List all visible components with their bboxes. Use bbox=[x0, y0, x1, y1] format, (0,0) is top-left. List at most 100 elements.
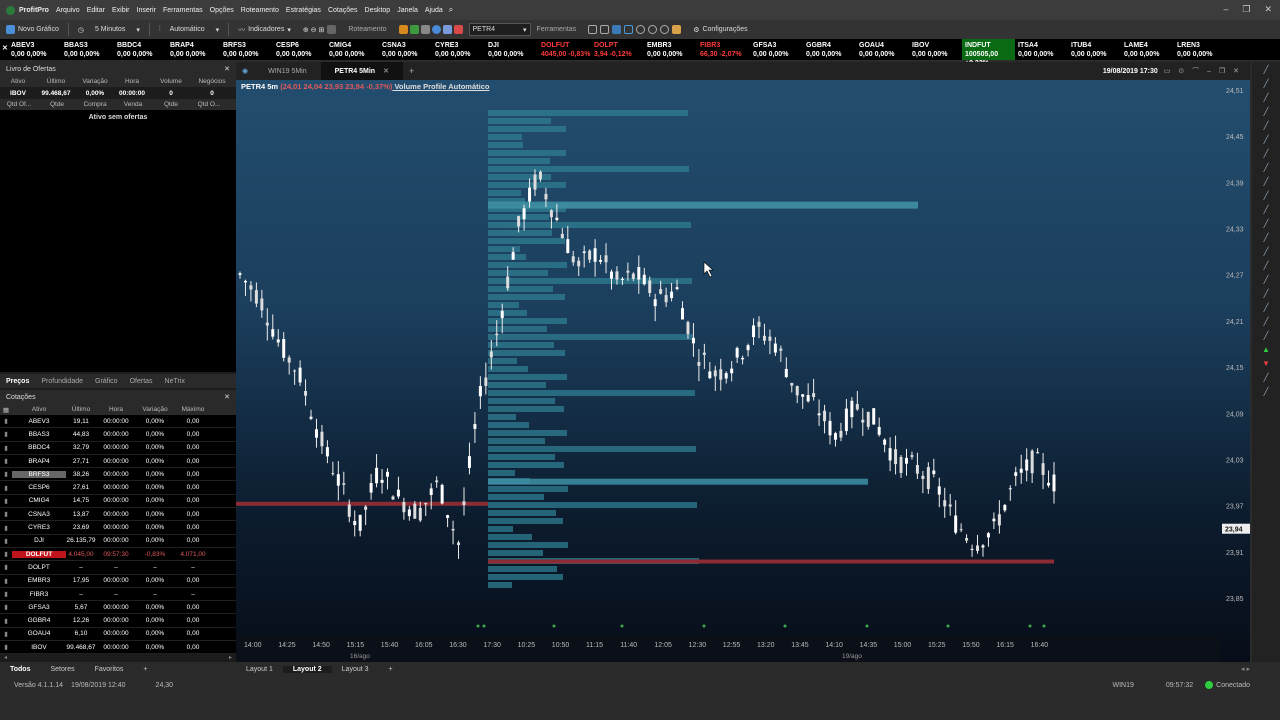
table-icon[interactable] bbox=[588, 25, 598, 34]
ticker-item[interactable]: BRFS3 0,00 0,00% bbox=[220, 39, 273, 60]
ticker-item[interactable]: BRAP4 0,00 0,00% bbox=[167, 39, 220, 60]
quote-row[interactable]: ▮ GFSA3 5,67 00:00:00 0,00% 0,00 bbox=[0, 601, 236, 615]
list-icon[interactable] bbox=[420, 25, 430, 34]
eraser-tool-icon[interactable]: ╱ bbox=[1261, 387, 1271, 398]
ticker-item[interactable]: GOAU4 0,00 0,00% bbox=[856, 39, 909, 60]
chart-scroll-arrows[interactable]: ◂ ▸ bbox=[1241, 665, 1250, 673]
quote-row[interactable]: ▮ CSNA3 13,87 00:00:00 0,00% 0,00 bbox=[0, 508, 236, 522]
price-chart[interactable]: 24,51 24,45 24,39 24,33 24,27 24,21 24,15 24,09… bbox=[236, 80, 1250, 662]
layout-tab[interactable]: Layout 2 bbox=[282, 665, 332, 673]
quote-row[interactable]: ▮ EMBR3 17,95 00:00:00 0,00% 0,00 bbox=[0, 575, 236, 588]
column-header[interactable]: Ativo bbox=[12, 406, 66, 413]
triangle-tool-icon[interactable]: ╱ bbox=[1261, 219, 1271, 230]
v-icon[interactable] bbox=[409, 25, 419, 34]
grid-icon[interactable]: ▦ bbox=[0, 406, 12, 414]
ticker-item[interactable]: DOLFUT 4045,00 -0,83% bbox=[538, 39, 591, 60]
column-header[interactable]: Hora bbox=[96, 406, 136, 413]
ticker-item[interactable]: GGBR4 0,00 0,00% bbox=[803, 39, 856, 60]
trend-tool-icon[interactable]: ╱ bbox=[1261, 149, 1271, 160]
layout-tab[interactable]: Layout 3 bbox=[332, 666, 379, 673]
arc-tool-icon[interactable]: ╱ bbox=[1261, 289, 1271, 300]
tab-petr4[interactable]: PETR4 5Min ✕ bbox=[320, 62, 403, 80]
quote-row[interactable]: ▮ CMIG4 14,75 00:00:00 0,00% 0,00 bbox=[0, 495, 236, 509]
tab-ofertas[interactable]: Ofertas bbox=[124, 378, 159, 385]
c-icon[interactable] bbox=[398, 25, 408, 34]
quote-row[interactable]: ▮ CESP6 27,61 00:00:00 0,00% 0,00 bbox=[0, 481, 236, 495]
close-icon[interactable]: ✕ bbox=[383, 67, 389, 75]
menu-item[interactable]: Opções bbox=[210, 7, 234, 14]
quotes-tab-favoritos[interactable]: Favoritos bbox=[85, 666, 134, 673]
ticker-item[interactable]: CYRE3 0,00 0,00% bbox=[432, 39, 485, 60]
interval-select[interactable]: ◷ 5 Minutos ▾ bbox=[72, 22, 146, 37]
tab-netrix[interactable]: NeTrix bbox=[159, 378, 191, 385]
menu-item[interactable]: Editar bbox=[87, 7, 105, 14]
quote-row[interactable]: ▮ CYRE3 23,69 00:00:00 0,00% 0,00 bbox=[0, 521, 236, 535]
column-header[interactable]: Volume bbox=[150, 78, 192, 85]
menu-item[interactable]: Arquivo bbox=[56, 7, 80, 14]
ticker-item[interactable]: ITUB4 0,00 0,00% bbox=[1068, 39, 1121, 60]
menu-item[interactable]: Inserir bbox=[137, 7, 156, 14]
magnet-tool-icon[interactable]: ╱ bbox=[1261, 121, 1271, 132]
indicators-button[interactable]: 〰 Indicadores ▾ bbox=[232, 22, 297, 37]
tool-icons[interactable] bbox=[582, 22, 687, 37]
arrow-down-tool-icon[interactable]: ▼ bbox=[1261, 359, 1271, 370]
menu-item[interactable]: Estratégias bbox=[286, 7, 321, 14]
column-header[interactable]: Qtd O... bbox=[190, 101, 228, 108]
column-header[interactable]: Máximo bbox=[174, 406, 212, 413]
menu-item[interactable]: Ferramentas bbox=[163, 7, 203, 14]
ticker-item[interactable]: ITSA4 0,00 0,00% bbox=[1015, 39, 1068, 60]
globe-icon[interactable] bbox=[636, 25, 646, 34]
new-chart-button[interactable]: Novo Gráfico bbox=[0, 22, 65, 37]
bars-tool-icon[interactable]: ╱ bbox=[1261, 373, 1271, 384]
arrow-up-tool-icon[interactable]: ▲ bbox=[1261, 345, 1271, 356]
channel-tool-icon[interactable]: ╱ bbox=[1261, 177, 1271, 188]
line-tool-icon[interactable]: ╱ bbox=[1261, 135, 1271, 146]
add-tab-button[interactable]: + bbox=[403, 66, 420, 76]
quotes-tab-setores[interactable]: Setores bbox=[40, 666, 84, 673]
column-header[interactable]: Qtde bbox=[152, 101, 190, 108]
ticker-item[interactable]: LREN3 0,00 0,00% bbox=[1174, 39, 1227, 60]
menu-item[interactable]: Janela bbox=[397, 7, 418, 14]
minimize-icon[interactable]: – bbox=[1223, 4, 1228, 15]
play-icon[interactable] bbox=[660, 25, 670, 34]
label-tool-icon[interactable]: ╱ bbox=[1261, 233, 1271, 244]
add-tab-button[interactable]: + bbox=[133, 666, 157, 673]
column-header[interactable]: Venda bbox=[114, 101, 152, 108]
column-header[interactable]: Negócios bbox=[192, 78, 232, 85]
ticker-item[interactable]: IBOV 0,00 0,00% bbox=[909, 39, 962, 60]
ticker-item[interactable]: ABEV3 0,00 0,00% bbox=[8, 39, 61, 60]
column-header[interactable]: Variação bbox=[76, 78, 114, 85]
column-header[interactable]: Qtde bbox=[38, 101, 76, 108]
ticker-item[interactable]: CMIG4 0,00 0,00% bbox=[326, 39, 379, 60]
ray-tool-icon[interactable]: ╱ bbox=[1261, 163, 1271, 174]
bars-icon[interactable] bbox=[442, 25, 452, 34]
tab-preços[interactable]: Preços bbox=[0, 378, 35, 385]
ticker-item[interactable]: BBAS3 0,00 0,00% bbox=[61, 39, 114, 60]
measure-tool-icon[interactable]: ╱ bbox=[1261, 331, 1271, 342]
circle-tool-icon[interactable]: ╱ bbox=[1261, 205, 1271, 216]
ticker-item[interactable]: INDFUT100505,00 +0,32% bbox=[962, 39, 1015, 67]
menu-item[interactable]: Exibir bbox=[112, 7, 130, 14]
volume-profile-label[interactable]: Volume Profile Automático bbox=[392, 82, 489, 91]
column-header[interactable]: Ativo bbox=[0, 78, 36, 85]
quote-row[interactable]: ▮ GGBR4 12,26 00:00:00 0,00% 0,00 bbox=[0, 614, 236, 628]
mode-select[interactable]: ⫶ Automático ▾ bbox=[153, 22, 225, 37]
quote-row[interactable]: ▮ BRAP4 27,71 00:00:00 0,00% 0,00 bbox=[0, 455, 236, 469]
text-tool-icon[interactable]: ╱ bbox=[1261, 107, 1271, 118]
pie-icon[interactable] bbox=[431, 25, 441, 34]
cycle-tool-icon[interactable]: ╱ bbox=[1261, 303, 1271, 314]
menu-item[interactable]: Ajuda bbox=[425, 7, 443, 14]
settings-button[interactable]: ⚙ Configurações bbox=[687, 22, 753, 37]
tab-win19[interactable]: WIN19 5Min bbox=[254, 62, 321, 80]
column-header[interactable]: Variação bbox=[136, 406, 174, 413]
window-icon[interactable] bbox=[612, 25, 622, 34]
tab-profundidade[interactable]: Profundidade bbox=[35, 378, 89, 385]
ticker-item[interactable]: DOLPT 3,94 -0,12% bbox=[591, 39, 644, 60]
quotes-tab-todos[interactable]: Todos bbox=[0, 666, 40, 673]
bolt-icon[interactable] bbox=[672, 25, 682, 34]
panel-icon[interactable] bbox=[624, 25, 634, 34]
column-header[interactable]: Último bbox=[66, 406, 96, 413]
order-book-asset-row[interactable]: IBOV 99.468,67 0,00% 00:00:00 0 0 bbox=[0, 87, 236, 99]
menu-item[interactable]: Cotações bbox=[328, 7, 358, 14]
layout-tab[interactable]: Layout 1 bbox=[236, 666, 283, 673]
